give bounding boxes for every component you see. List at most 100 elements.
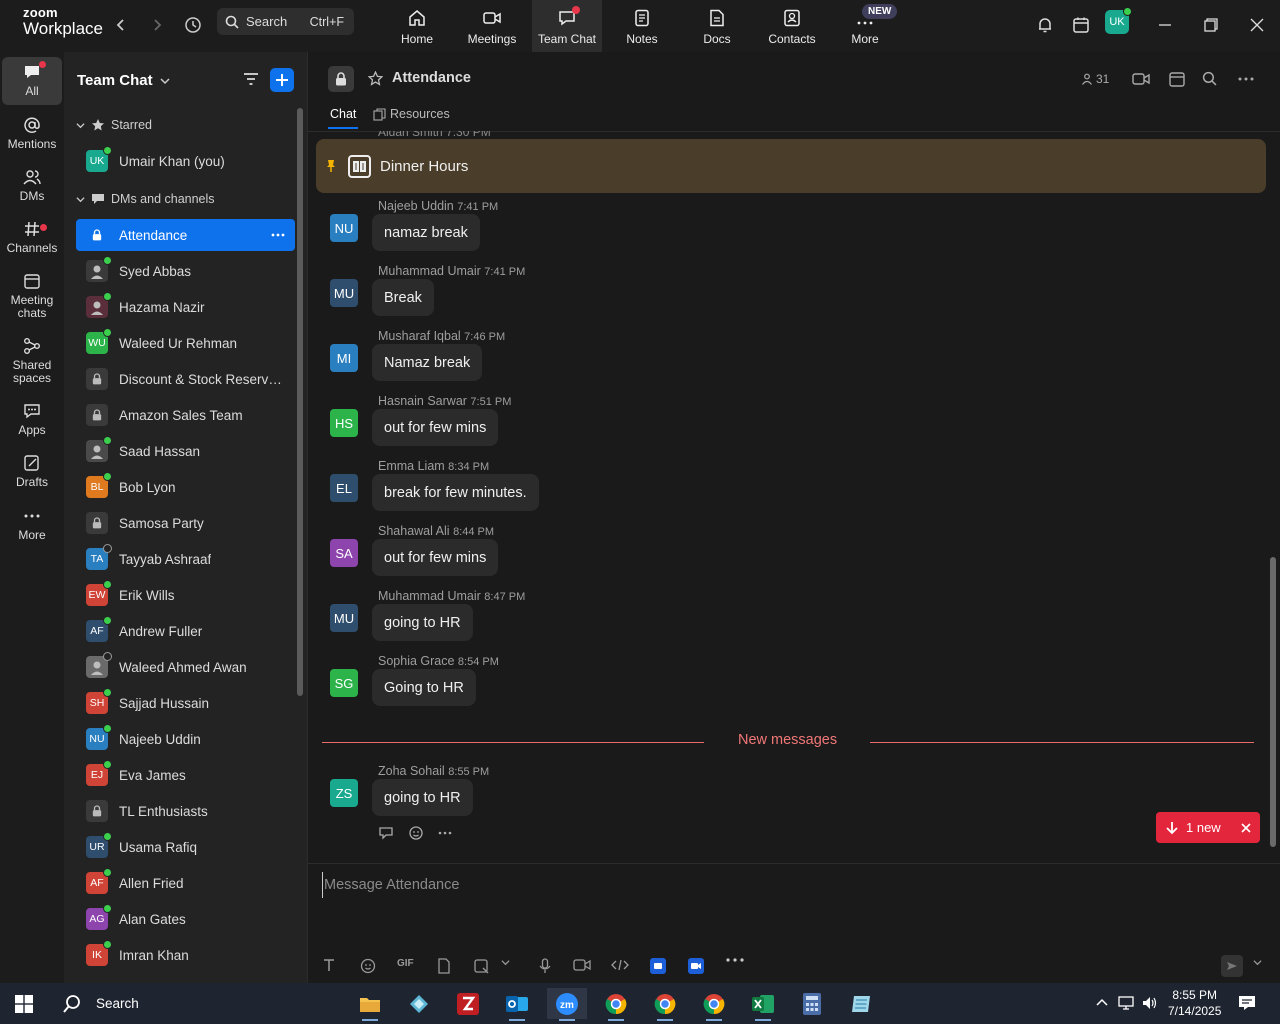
excel-icon[interactable] (743, 988, 783, 1021)
sidebar-item-usama-rafiq[interactable]: UR Usama Rafiq (76, 831, 295, 863)
sidebar-item-bob-lyon[interactable]: BL Bob Lyon (76, 471, 295, 503)
sidebar-title[interactable]: Team Chat (77, 72, 170, 89)
outlook-icon[interactable] (497, 988, 537, 1021)
rail-all[interactable]: All (2, 57, 62, 105)
video-message-icon[interactable] (573, 958, 591, 972)
close-icon[interactable] (1241, 822, 1251, 833)
nav-meetings[interactable]: Meetings (457, 0, 527, 52)
message-scrollbar[interactable] (1270, 557, 1276, 847)
new-message-pill[interactable]: 1 new (1156, 812, 1260, 843)
sidebar-item-allen-fried[interactable]: AF Allen Fried (76, 867, 295, 899)
sidebar-item-discount-stock-reservati[interactable]: Discount & Stock Reservati... (76, 363, 295, 395)
rail-meeting-chats[interactable]: Meeting chats (2, 272, 62, 320)
message-author[interactable]: Zoha Sohail (378, 764, 445, 778)
sidebar-item-amazon-sales-team[interactable]: Amazon Sales Team (76, 399, 295, 431)
pinned-message-banner[interactable]: Dinner Hours (316, 139, 1266, 193)
more-actions-icon[interactable] (438, 831, 452, 835)
nav-docs[interactable]: Docs (682, 0, 752, 52)
nav-notes[interactable]: Notes (607, 0, 677, 52)
sidebar-item-umair-khan[interactable]: UK Umair Khan (you) (76, 145, 295, 177)
sidebar-item-sajjad-hussain[interactable]: SH Sajjad Hussain (76, 687, 295, 719)
nav-team-chat[interactable]: Team Chat (532, 0, 602, 52)
new-chat-button[interactable] (270, 68, 294, 92)
history-icon[interactable] (180, 12, 206, 38)
avatar[interactable]: HS (330, 409, 358, 437)
windows-start-icon[interactable] (4, 988, 44, 1019)
minimize-icon[interactable] (1152, 12, 1178, 38)
sidebar-item-alan-gates[interactable]: AG Alan Gates (76, 903, 295, 935)
message-author[interactable]: Sophia Grace (378, 654, 454, 668)
sidebar-item-tayyab-ashraaf[interactable]: TA Tayyab Ashraaf (76, 543, 295, 575)
network-icon[interactable] (1118, 996, 1134, 1010)
volume-icon[interactable] (1142, 996, 1158, 1010)
avatar[interactable]: ZS (330, 779, 358, 807)
filter-icon[interactable] (242, 70, 260, 88)
message-author[interactable]: Muhammad Umair (378, 589, 481, 603)
taskbar-search[interactable]: Search (50, 988, 350, 1019)
sidebar-item-waleed-ahmed-awan[interactable]: Waleed Ahmed Awan (76, 651, 295, 683)
back-arrow-icon[interactable] (108, 12, 134, 38)
file-explorer-icon[interactable] (350, 988, 390, 1021)
dms-section-header[interactable]: DMs and channels (76, 192, 215, 206)
video-call-icon[interactable] (1132, 71, 1150, 87)
avatar[interactable]: MI (330, 344, 358, 372)
zoom-taskbar-icon[interactable]: zm (547, 988, 587, 1021)
rail-shared-spaces[interactable]: Shared spaces (2, 337, 62, 385)
sidebar-item-syed-abbas[interactable]: Syed Abbas (76, 255, 295, 287)
reply-icon[interactable] (378, 826, 394, 840)
item-more-icon[interactable] (271, 233, 285, 237)
nav-home[interactable]: Home (382, 0, 452, 52)
forward-arrow-icon[interactable] (144, 12, 170, 38)
avatar[interactable]: EL (330, 474, 358, 502)
more-options-icon[interactable] (1238, 77, 1254, 81)
tab-chat[interactable]: Chat (327, 107, 359, 129)
message-author[interactable]: Emma Liam (378, 459, 445, 473)
avatar[interactable]: MU (330, 279, 358, 307)
message-author[interactable]: Shahawal Ali (378, 524, 450, 538)
app-diamond-icon[interactable] (399, 988, 439, 1019)
sidebar-scrollbar[interactable] (297, 108, 303, 696)
nav-contacts[interactable]: Contacts (757, 0, 827, 52)
gif-button[interactable]: GIF (397, 958, 414, 969)
chrome-icon-2[interactable] (645, 988, 685, 1021)
bell-icon[interactable] (1032, 12, 1058, 38)
chrome-icon[interactable] (596, 988, 636, 1021)
emoji-reaction-icon[interactable] (408, 825, 424, 841)
sidebar-item-waleed-ur-rehman[interactable]: WU Waleed Ur Rehman (76, 327, 295, 359)
calendar-app-icon[interactable] (1068, 12, 1094, 38)
screenshot-icon[interactable] (473, 958, 489, 974)
send-options-chevron-icon[interactable] (1253, 958, 1262, 967)
sidebar-item-tl-enthusiasts[interactable]: TL Enthusiasts (76, 795, 295, 827)
sidebar-item-imran-khan[interactable]: IK Imran Khan (76, 939, 295, 971)
tab-resources[interactable]: Resources (373, 107, 450, 121)
calendar-icon[interactable] (1168, 70, 1186, 88)
sidebar-item-andrew-fuller[interactable]: AF Andrew Fuller (76, 615, 295, 647)
sidebar-item-hazama-nazir[interactable]: Hazama Nazir (76, 291, 295, 323)
text-format-icon[interactable] (322, 958, 336, 972)
avatar[interactable]: NU (330, 214, 358, 242)
starred-section-header[interactable]: Starred (76, 118, 152, 132)
member-count-button[interactable]: 31 (1081, 72, 1109, 86)
sidebar-item-saad-hassan[interactable]: Saad Hassan (76, 435, 295, 467)
more-compose-options-icon[interactable] (726, 958, 744, 962)
avatar[interactable]: SG (330, 669, 358, 697)
chevron-up-icon[interactable] (1096, 997, 1108, 1007)
restore-icon[interactable] (1198, 12, 1224, 38)
chrome-icon-3[interactable] (694, 988, 734, 1021)
message-author[interactable]: Hasnain Sarwar (378, 394, 467, 408)
message-author[interactable]: Muhammad Umair (378, 264, 481, 278)
rail-apps[interactable]: Apps (2, 402, 62, 437)
star-icon[interactable] (368, 71, 383, 86)
app-integration-icon[interactable] (650, 958, 666, 974)
sidebar-item-attendance[interactable]: Attendance (76, 219, 295, 251)
sidebar-item-najeeb-uddin[interactable]: NU Najeeb Uddin (76, 723, 295, 755)
search-icon[interactable] (1202, 71, 1217, 86)
rail-drafts[interactable]: Drafts (2, 454, 62, 489)
sidebar-item-eva-james[interactable]: EJ Eva James (76, 759, 295, 791)
sidebar-item-erik-wills[interactable]: EW Erik Wills (76, 579, 295, 611)
avatar[interactable]: MU (330, 604, 358, 632)
search-box[interactable]: Search Ctrl+F (217, 8, 354, 35)
code-block-icon[interactable] (611, 958, 629, 972)
close-icon[interactable] (1244, 12, 1270, 38)
rail-dms[interactable]: DMs (2, 168, 62, 203)
